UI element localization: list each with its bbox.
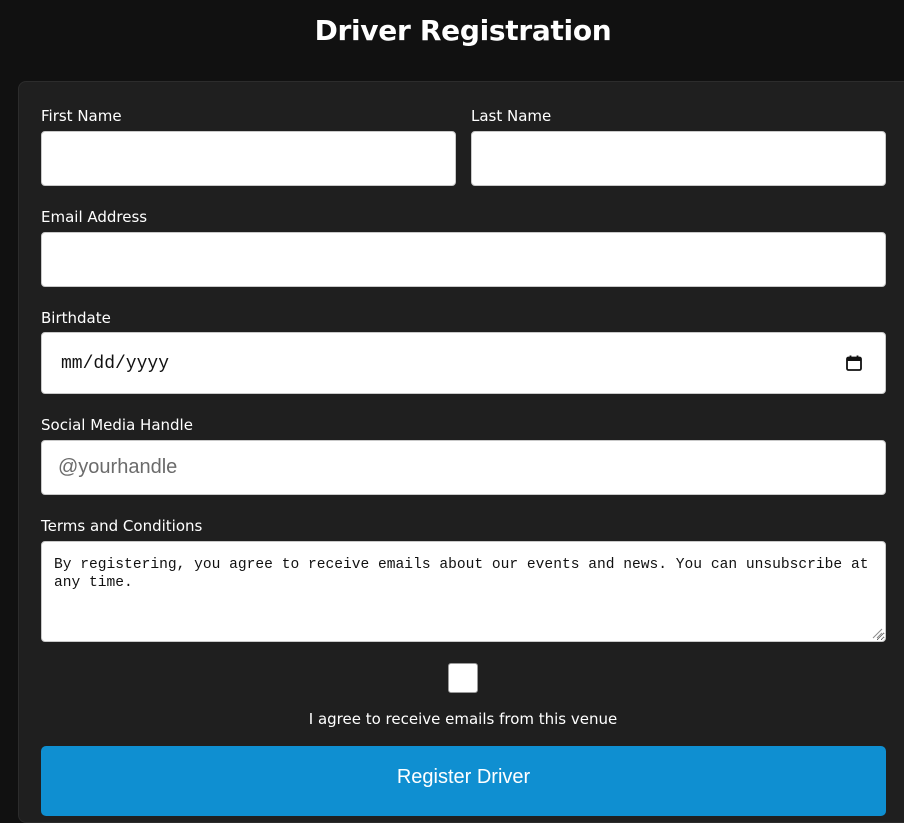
birthdate-label: Birthdate [41, 309, 111, 327]
email-consent-label: I agree to receive emails from this venu… [308, 710, 618, 728]
page-title: Driver Registration [314, 14, 612, 47]
email-field[interactable] [41, 232, 886, 287]
first-name-label: First Name [41, 107, 122, 125]
social-handle-label: Social Media Handle [41, 416, 193, 434]
email-consent-checkbox[interactable] [448, 663, 478, 693]
calendar-icon[interactable] [845, 354, 863, 372]
register-driver-button[interactable]: Register Driver [41, 746, 886, 816]
social-handle-field[interactable] [41, 440, 886, 495]
birthdate-format-text: mm/dd/yyyy [61, 354, 170, 374]
resize-grip-icon[interactable] [872, 628, 883, 639]
first-name-field[interactable] [41, 131, 456, 186]
email-label: Email Address [41, 208, 148, 226]
birthdate-field[interactable]: mm/dd/yyyy [41, 332, 886, 394]
terms-textarea[interactable]: By registering, you agree to receive ema… [41, 541, 886, 642]
last-name-field[interactable] [471, 131, 886, 186]
last-name-label: Last Name [471, 107, 552, 125]
terms-label: Terms and Conditions [41, 517, 203, 535]
